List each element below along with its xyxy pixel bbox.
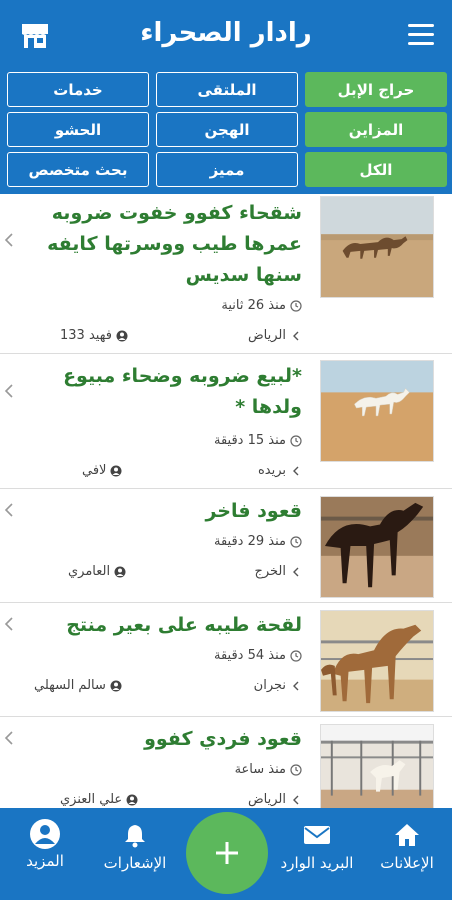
listing-city: نجران — [254, 678, 302, 693]
chevron-left-icon[interactable] — [4, 232, 14, 248]
chevron-left-icon[interactable] — [4, 383, 14, 399]
chevron-left-icon — [293, 681, 299, 690]
user-icon — [116, 330, 128, 341]
chevron-left-icon — [293, 795, 299, 804]
chevron-left-icon — [293, 331, 299, 340]
listing-item[interactable]: قعود فاخر منذ 29 دقيقة الخرج العامري — [0, 490, 452, 603]
listing-title: لقحة طيبه على بعير منتج — [66, 614, 302, 636]
nav-ads[interactable]: الإعلانات — [362, 822, 452, 872]
chevron-left-icon — [293, 466, 299, 475]
app-header: رادار الصحراء — [0, 0, 452, 70]
listing-city: الخرج — [254, 564, 302, 579]
listing-time: منذ 26 ثانية — [221, 298, 302, 313]
listing-item[interactable]: لقحة طيبه على بعير منتج منذ 54 دقيقة نجر… — [0, 604, 452, 717]
listing-title: قعود فردي كفوو — [144, 728, 302, 750]
chevron-left-icon[interactable] — [4, 502, 14, 518]
listing-user: لافي — [82, 463, 122, 478]
listing-feed: شقحاء كفوو خفوت ضروبه عمرها طيب ووسرتها … — [0, 194, 452, 808]
clock-icon — [290, 535, 302, 548]
hamburger-menu-icon[interactable] — [408, 24, 434, 46]
add-listing-button[interactable] — [186, 812, 268, 894]
nav-more[interactable]: المزيد — [0, 819, 90, 870]
category-all[interactable]: الكل — [305, 152, 447, 187]
nav-inbox[interactable]: البريد الوارد — [272, 822, 362, 872]
listing-user: سالم السهلي — [34, 678, 122, 693]
nav-notifications[interactable]: الإشعارات — [90, 822, 180, 872]
listing-title: شقحاء كفوو خفوت ضروبه عمرها طيب ووسرتها … — [47, 202, 302, 286]
plus-icon — [216, 842, 238, 864]
listing-time: منذ 15 دقيقة — [214, 433, 302, 448]
listing-time: منذ 54 دقيقة — [214, 648, 302, 663]
clock-icon — [290, 649, 302, 662]
listing-item[interactable]: شقحاء كفوو خفوت ضروبه عمرها طيب ووسرتها … — [0, 194, 452, 354]
listing-city: الرياض — [248, 792, 302, 807]
listing-item[interactable]: قعود فردي كفوو منذ ساعة الرياض علي العنز… — [0, 718, 452, 808]
user-icon — [126, 794, 138, 805]
bell-icon — [125, 825, 145, 848]
category-featured[interactable]: مميز — [156, 152, 298, 187]
listing-city: الرياض — [248, 328, 302, 343]
listing-title: قعود فاخر — [205, 500, 302, 522]
listing-image — [320, 360, 434, 462]
category-mazayin[interactable]: المزاين — [305, 112, 447, 147]
listing-city: بريده — [258, 463, 302, 478]
category-advanced-search[interactable]: بحث متخصص — [7, 152, 149, 187]
chevron-left-icon — [293, 567, 299, 576]
category-forum[interactable]: الملتقى — [156, 72, 298, 107]
clock-icon — [290, 434, 302, 447]
listing-time: منذ ساعة — [235, 762, 302, 777]
user-icon — [114, 566, 126, 577]
account-circle-icon — [30, 819, 60, 849]
chevron-left-icon[interactable] — [4, 730, 14, 746]
listing-user: العامري — [68, 564, 126, 579]
mail-icon — [304, 826, 330, 844]
clock-icon — [290, 299, 302, 312]
listing-item[interactable]: *لبيع ضروبه وضحاء مبيوع ولدها * منذ 15 د… — [0, 355, 452, 489]
user-icon — [110, 465, 122, 476]
category-services[interactable]: خدمات — [7, 72, 149, 107]
app-title: رادار الصحراء — [140, 18, 312, 48]
listing-image — [320, 496, 434, 598]
clock-icon — [290, 763, 302, 776]
listing-image — [320, 610, 434, 712]
listing-time: منذ 29 دقيقة — [214, 534, 302, 549]
listing-image — [320, 724, 434, 808]
home-icon — [395, 824, 419, 846]
listing-title: *لبيع ضروبه وضحاء مبيوع ولدها * — [63, 365, 302, 418]
listing-user: فهيد 133 — [60, 328, 128, 343]
category-camel-market[interactable]: حراج الإبل — [305, 72, 447, 107]
category-grid: حراج الإبل الملتقى خدمات المزاين الهجن ا… — [0, 70, 452, 194]
category-hijn[interactable]: الهجن — [156, 112, 298, 147]
user-icon — [110, 680, 122, 691]
category-hashw[interactable]: الحشو — [7, 112, 149, 147]
chevron-left-icon[interactable] — [4, 616, 14, 632]
listing-user: علي العنزي — [60, 792, 138, 807]
listing-image — [320, 196, 434, 298]
